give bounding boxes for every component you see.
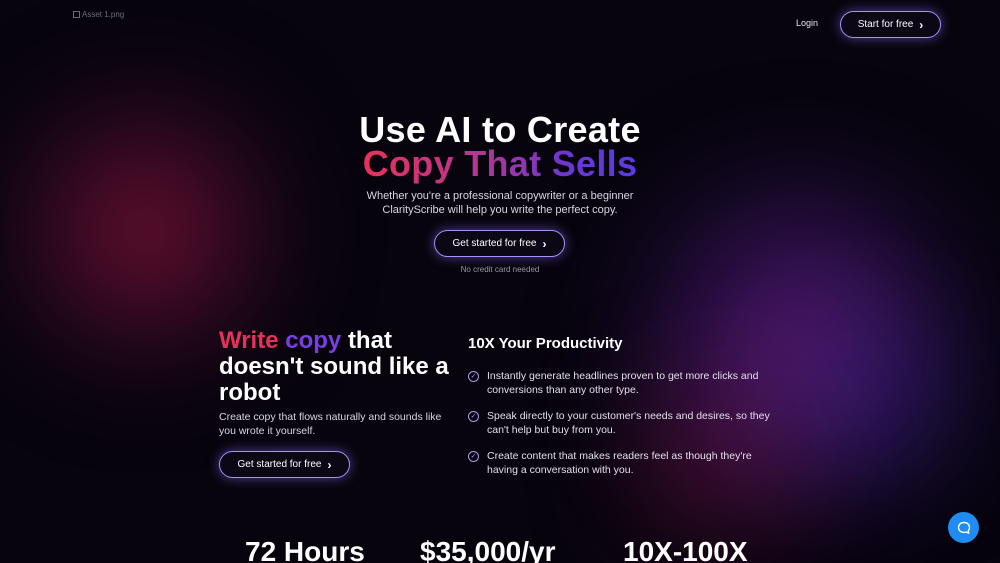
feature-description: Create copy that flows naturally and sou… bbox=[219, 411, 442, 437]
chat-bubble-icon bbox=[957, 521, 970, 534]
chevron-right-icon: › bbox=[919, 17, 924, 32]
logo[interactable]: Asset 1.png bbox=[73, 10, 124, 19]
feature-get-started-button[interactable]: Get started for free › bbox=[219, 451, 350, 478]
start-for-free-label: Start for free bbox=[857, 19, 914, 30]
hero-get-started-label: Get started for free bbox=[452, 238, 537, 249]
check-circle-icon: ✓ bbox=[468, 451, 479, 462]
feature-title: Write copy that doesn't sound like a rob… bbox=[219, 328, 459, 406]
feature-title-word2: copy bbox=[285, 327, 342, 354]
background-glow-blue bbox=[780, 300, 960, 500]
list-item-text: Speak directly to your customer's needs … bbox=[487, 410, 770, 436]
list-item-text: Create content that makes readers feel a… bbox=[487, 450, 752, 476]
feature-title-word1: Write bbox=[219, 327, 279, 354]
stat-hours: 72 Hours bbox=[245, 536, 365, 563]
hero-subtitle-line1: Whether you're a professional copywriter… bbox=[366, 190, 634, 202]
hero-title-line2: Copy That Sells bbox=[0, 146, 1000, 182]
list-item: ✓ Instantly generate headlines proven to… bbox=[468, 369, 778, 397]
logo-alt-text: Asset 1.png bbox=[82, 10, 125, 19]
stat-multiplier: 10X-100X bbox=[623, 536, 748, 563]
productivity-list: ✓ Instantly generate headlines proven to… bbox=[468, 369, 778, 489]
check-circle-icon: ✓ bbox=[468, 411, 479, 422]
hero-title-gradient: Copy That Sells bbox=[362, 143, 638, 184]
check-circle-icon: ✓ bbox=[468, 371, 479, 382]
chat-button[interactable] bbox=[948, 512, 979, 543]
broken-image-icon bbox=[73, 11, 80, 18]
hero-get-started-button[interactable]: Get started for free › bbox=[434, 230, 565, 257]
list-item: ✓ Speak directly to your customer's need… bbox=[468, 409, 778, 437]
chevron-right-icon: › bbox=[542, 236, 547, 251]
stat-salary: $35,000/yr bbox=[420, 536, 556, 563]
start-for-free-button[interactable]: Start for free › bbox=[840, 11, 941, 38]
productivity-title: 10X Your Productivity bbox=[468, 335, 623, 352]
login-link[interactable]: Login bbox=[796, 18, 818, 28]
list-item-text: Instantly generate headlines proven to g… bbox=[487, 370, 759, 396]
feature-get-started-label: Get started for free bbox=[237, 459, 322, 470]
list-item: ✓ Create content that makes readers feel… bbox=[468, 449, 778, 477]
no-credit-card-note: No credit card needed bbox=[460, 265, 540, 274]
hero-subtitle-line2: ClarityScribe will help you write the pe… bbox=[382, 204, 618, 216]
chevron-right-icon: › bbox=[327, 457, 332, 472]
